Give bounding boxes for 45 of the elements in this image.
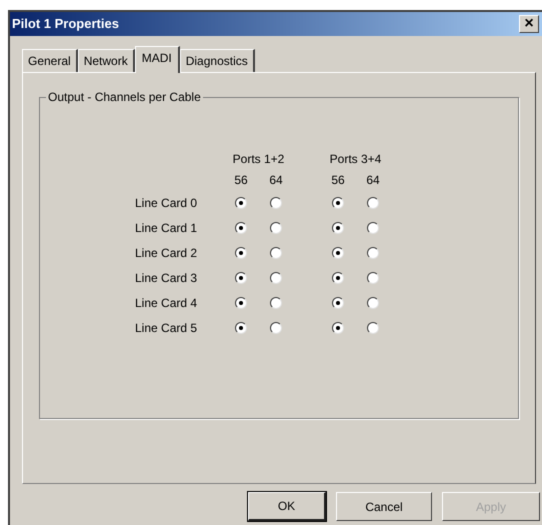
row-label: Line Card 1 [135, 220, 198, 236]
radio-button[interactable] [235, 222, 247, 234]
radio-button[interactable] [270, 272, 282, 284]
radio-button[interactable] [235, 272, 247, 284]
row-label: Line Card 4 [135, 294, 198, 312]
radio-button[interactable] [367, 246, 379, 258]
radio-button[interactable] [235, 196, 247, 208]
radio-button[interactable] [367, 296, 379, 308]
column-header: 64 [365, 172, 381, 188]
window-title: Pilot 1 Properties [12, 15, 119, 34]
radio-button[interactable] [367, 196, 379, 208]
row-label: Line Card 0 [135, 194, 198, 212]
column-header: 64 [268, 172, 284, 188]
radio-button[interactable] [235, 246, 247, 258]
radio-button[interactable] [270, 246, 282, 258]
radio-button[interactable] [332, 322, 344, 334]
radio-button[interactable] [235, 296, 247, 308]
row-label: Line Card 5 [135, 320, 198, 336]
column-group-header: Ports 1+2 [233, 150, 284, 168]
row-label: Line Card 2 [135, 244, 198, 262]
row-label: Line Card 3 [135, 270, 198, 286]
dialog-button[interactable]: Cancel [336, 492, 432, 521]
radio-button[interactable] [270, 296, 282, 308]
radio-button[interactable] [235, 322, 247, 334]
radio-button[interactable] [270, 196, 282, 208]
radio-button[interactable] [332, 222, 344, 234]
radio-button[interactable] [367, 272, 379, 284]
group-title: Output - Channels per Cable [46, 90, 203, 104]
column-group-header: Ports 3+4 [330, 150, 381, 168]
radio-button[interactable] [270, 322, 282, 334]
close-button[interactable]: × [519, 15, 539, 33]
tab[interactable]: General [22, 49, 78, 72]
tab[interactable]: MADI [134, 46, 180, 73]
column-header: 56 [330, 172, 346, 188]
radio-button[interactable] [270, 222, 282, 234]
radio-button[interactable] [332, 272, 344, 284]
radio-button[interactable] [367, 322, 379, 334]
radio-button[interactable] [332, 196, 344, 208]
radio-button[interactable] [332, 296, 344, 308]
radio-button[interactable] [367, 222, 379, 234]
tab[interactable]: Diagnostics [180, 49, 255, 72]
radio-button[interactable] [332, 246, 344, 258]
column-header: 56 [233, 172, 249, 188]
dialog-button[interactable]: OK [248, 492, 326, 521]
tab[interactable]: Network [78, 49, 135, 72]
